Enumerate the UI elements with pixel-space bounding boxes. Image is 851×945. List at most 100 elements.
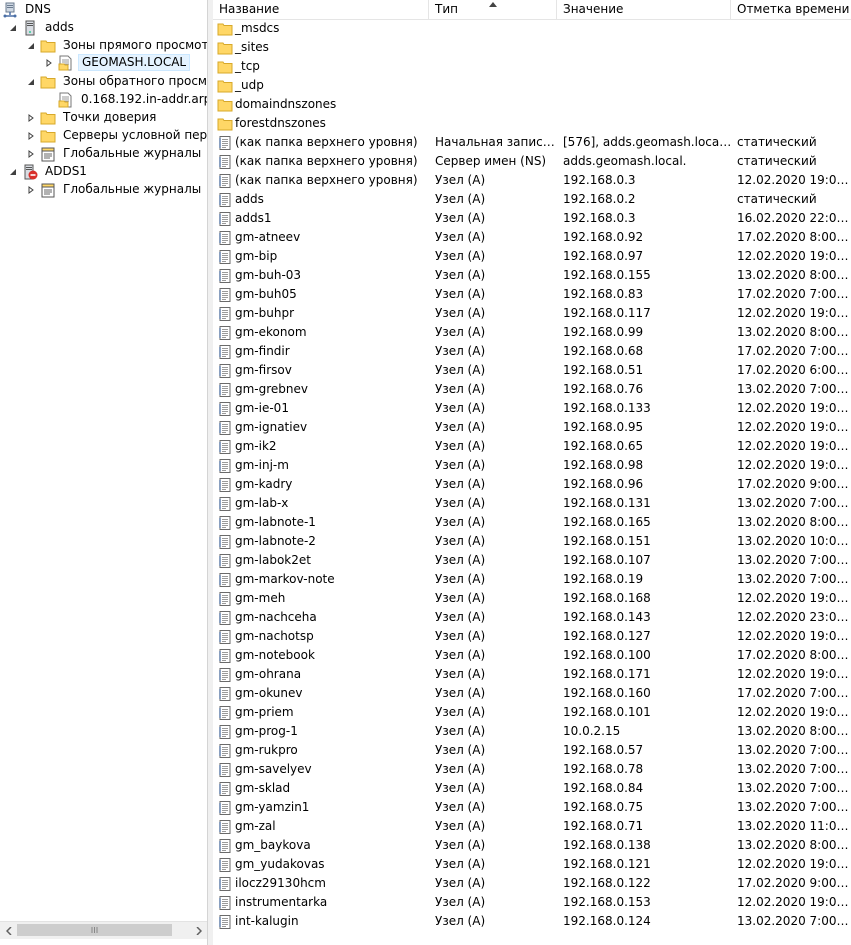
table-row[interactable]: gm-savelyev Узел (A) 192.168.0.78 13.02.202… bbox=[213, 760, 851, 779]
table-row[interactable]: ilocz29130hcm Узел (A) 192.168.0.122 17.02.… bbox=[213, 874, 851, 893]
table-row[interactable]: gm-nachotsp Узел (A) 192.168.0.127 12.02.20… bbox=[213, 627, 851, 646]
cell-type bbox=[435, 19, 559, 38]
table-row[interactable]: gm-ie-01 Узел (A) 192.168.0.133 12.02.2020 … bbox=[213, 399, 851, 418]
table-row[interactable]: gm-priem Узел (A) 192.168.0.101 12.02.2020 … bbox=[213, 703, 851, 722]
table-row[interactable]: gm-labok2et Узел (A) 192.168.0.107 13.02.20… bbox=[213, 551, 851, 570]
table-row[interactable]: adds Узел (A) 192.168.0.2 статический bbox=[213, 190, 851, 209]
table-row[interactable]: (как папка верхнего уровня) Сервер имен (… bbox=[213, 152, 851, 171]
tree-node-reverse-zones[interactable]: Зоны обратного просмотра bbox=[26, 72, 207, 91]
table-row[interactable]: instrumentarka Узел (A) 192.168.0.153 12.02… bbox=[213, 893, 851, 912]
table-row[interactable]: gm-atneev Узел (A) 192.168.0.92 17.02.2020 … bbox=[213, 228, 851, 247]
collapse-icon[interactable] bbox=[26, 41, 36, 51]
scroll-left-icon[interactable] bbox=[0, 922, 17, 939]
expand-icon[interactable] bbox=[26, 113, 36, 123]
expand-icon[interactable] bbox=[44, 58, 54, 68]
table-row[interactable]: gm-zal Узел (A) 192.168.0.71 13.02.2020 11:… bbox=[213, 817, 851, 836]
tree-node-conditional-forwarders[interactable]: Серверы условной пересылки bbox=[26, 126, 207, 145]
tree-node-dns[interactable]: DNS bbox=[2, 0, 54, 19]
cell-value: 192.168.0.99 bbox=[563, 325, 644, 339]
table-row[interactable]: gm-kadry Узел (A) 192.168.0.96 17.02.2020 9… bbox=[213, 475, 851, 494]
cell-name: int-kalugin bbox=[217, 912, 429, 931]
table-row[interactable]: gm-okunev Узел (A) 192.168.0.160 17.02.2020… bbox=[213, 684, 851, 703]
cell-name: gm-findir bbox=[217, 342, 429, 361]
cell-value: 192.168.0.96 bbox=[563, 477, 644, 491]
expand-icon[interactable] bbox=[26, 149, 36, 159]
tree-node-global-logs-1[interactable]: Глобальные журналы bbox=[26, 144, 204, 163]
record-name: gm-markov-note bbox=[235, 572, 335, 586]
table-row[interactable]: gm-notebook Узел (A) 192.168.0.100 17.02.20… bbox=[213, 646, 851, 665]
tree-node-global-logs-2[interactable]: Глобальные журналы bbox=[26, 180, 204, 199]
table-row[interactable]: (как папка верхнего уровня) Узел (A) 192.1… bbox=[213, 171, 851, 190]
expand-icon[interactable] bbox=[26, 131, 36, 141]
dns-server-icon bbox=[3, 2, 17, 17]
table-row[interactable]: gm-ignatiev Узел (A) 192.168.0.95 12.02.202… bbox=[213, 418, 851, 437]
cell-type: Узел (A) bbox=[435, 382, 486, 396]
record-name: gm-firsov bbox=[235, 363, 292, 377]
table-row[interactable]: gm-yamzin1 Узел (A) 192.168.0.75 13.02.2020… bbox=[213, 798, 851, 817]
cell-name: gm-buhpr bbox=[217, 304, 429, 323]
cell-timestamp: 12.02.2020 19:00:00 bbox=[737, 458, 851, 472]
record-name: forestdnszones bbox=[235, 116, 326, 130]
table-row[interactable]: gm-markov-note Узел (A) 192.168.0.19 13.02.… bbox=[213, 570, 851, 589]
cell-value: 192.168.0.171 bbox=[563, 667, 651, 681]
table-row[interactable]: gm-ekonom Узел (A) 192.168.0.99 13.02.2020 … bbox=[213, 323, 851, 342]
table-row[interactable]: gm_yudakovas Узел (A) 192.168.0.121 12.02.2… bbox=[213, 855, 851, 874]
table-row[interactable]: gm-meh Узел (A) 192.168.0.168 12.02.2020 19… bbox=[213, 589, 851, 608]
cell-type: Сервер имен (NS) bbox=[435, 154, 547, 168]
table-row[interactable]: _msdcs bbox=[213, 19, 851, 38]
cell-value: 192.168.0.51 bbox=[563, 363, 644, 377]
collapse-icon[interactable] bbox=[8, 23, 18, 33]
table-row[interactable]: gm-grebnev Узел (A) 192.168.0.76 13.02.2020… bbox=[213, 380, 851, 399]
table-row[interactable]: gm-prog-1 Узел (A) 10.0.2.15 13.02.2020 8:0… bbox=[213, 722, 851, 741]
table-row[interactable]: gm-labnote-2 Узел (A) 192.168.0.151 13.02.2… bbox=[213, 532, 851, 551]
cell-type: Узел (A) bbox=[435, 553, 486, 567]
table-row[interactable]: _sites bbox=[213, 38, 851, 57]
table-row[interactable]: gm-nachceha Узел (A) 192.168.0.143 12.02.20… bbox=[213, 608, 851, 627]
tree-node-reverse-zone[interactable]: 0.168.192.in-addr.arpa bbox=[58, 90, 207, 109]
column-value-header[interactable]: Значение bbox=[557, 0, 731, 19]
table-row[interactable]: int-kalugin Узел (A) 192.168.0.124 13.02.20… bbox=[213, 912, 851, 931]
table-row[interactable]: (как папка верхнего уровня) Начальная зап… bbox=[213, 133, 851, 152]
table-row[interactable]: _tcp bbox=[213, 57, 851, 76]
collapse-icon[interactable] bbox=[26, 77, 36, 87]
cell-type: Узел (A) bbox=[435, 743, 486, 757]
table-row[interactable]: _udp bbox=[213, 76, 851, 95]
table-row[interactable]: gm-labnote-1 Узел (A) 192.168.0.165 13.02.2… bbox=[213, 513, 851, 532]
table-row[interactable]: adds1 Узел (A) 192.168.0.3 16.02.2020 22:00… bbox=[213, 209, 851, 228]
column-name-header[interactable]: Название bbox=[213, 0, 429, 19]
table-row[interactable]: gm-buhpr Узел (A) 192.168.0.117 12.02.2020 … bbox=[213, 304, 851, 323]
table-row[interactable]: gm-ik2 Узел (A) 192.168.0.65 12.02.2020 19:… bbox=[213, 437, 851, 456]
table-row[interactable]: gm-inj-m Узел (A) 192.168.0.98 12.02.2020 1… bbox=[213, 456, 851, 475]
table-row[interactable]: gm-lab-x Узел (A) 192.168.0.131 13.02.2020 … bbox=[213, 494, 851, 513]
table-row[interactable]: gm-buh-03 Узел (A) 192.168.0.155 13.02.2020… bbox=[213, 266, 851, 285]
table-row[interactable]: forestdnszones bbox=[213, 114, 851, 133]
table-row[interactable]: gm-buh05 Узел (A) 192.168.0.83 17.02.2020 7… bbox=[213, 285, 851, 304]
record-icon bbox=[217, 287, 233, 303]
scroll-thumb[interactable] bbox=[17, 924, 172, 936]
table-row[interactable]: domaindnszones bbox=[213, 95, 851, 114]
record-icon bbox=[217, 230, 233, 246]
cell-value: 192.168.0.3 bbox=[563, 211, 636, 225]
table-row[interactable]: gm-sklad Узел (A) 192.168.0.84 13.02.2020 7… bbox=[213, 779, 851, 798]
tree-node-server-adds[interactable]: adds bbox=[8, 18, 77, 37]
cell-timestamp: 13.02.2020 8:00:00 bbox=[737, 515, 851, 529]
collapse-icon[interactable] bbox=[8, 167, 18, 177]
expand-icon[interactable] bbox=[26, 185, 36, 195]
scroll-right-icon[interactable] bbox=[190, 922, 207, 939]
table-row[interactable]: gm_baykova Узел (A) 192.168.0.138 13.02.202… bbox=[213, 836, 851, 855]
column-timestamp-header[interactable]: Отметка времени bbox=[731, 0, 851, 19]
tree-horizontal-scrollbar[interactable] bbox=[0, 921, 207, 939]
cell-type: Узел (A) bbox=[435, 629, 486, 643]
table-row[interactable]: gm-rukpro Узел (A) 192.168.0.57 13.02.2020 … bbox=[213, 741, 851, 760]
table-row[interactable]: gm-ohrana Узел (A) 192.168.0.171 12.02.2020… bbox=[213, 665, 851, 684]
table-row[interactable]: gm-bip Узел (A) 192.168.0.97 12.02.2020 19:… bbox=[213, 247, 851, 266]
table-row[interactable]: gm-firsov Узел (A) 192.168.0.51 17.02.2020 … bbox=[213, 361, 851, 380]
cell-name: gm-lab-x bbox=[217, 494, 429, 513]
tree-node-geomash-local[interactable]: GEOMASH.LOCAL bbox=[44, 53, 191, 72]
cell-name: forestdnszones bbox=[217, 114, 429, 133]
cell-value: 192.168.0.100 bbox=[563, 648, 651, 662]
tree-node-server-adds1[interactable]: ADDS1 bbox=[8, 162, 90, 181]
table-row[interactable]: gm-findir Узел (A) 192.168.0.68 17.02.2020 … bbox=[213, 342, 851, 361]
tree-node-trust-points[interactable]: Точки доверия bbox=[26, 108, 159, 127]
cell-type: Узел (A) bbox=[435, 648, 486, 662]
